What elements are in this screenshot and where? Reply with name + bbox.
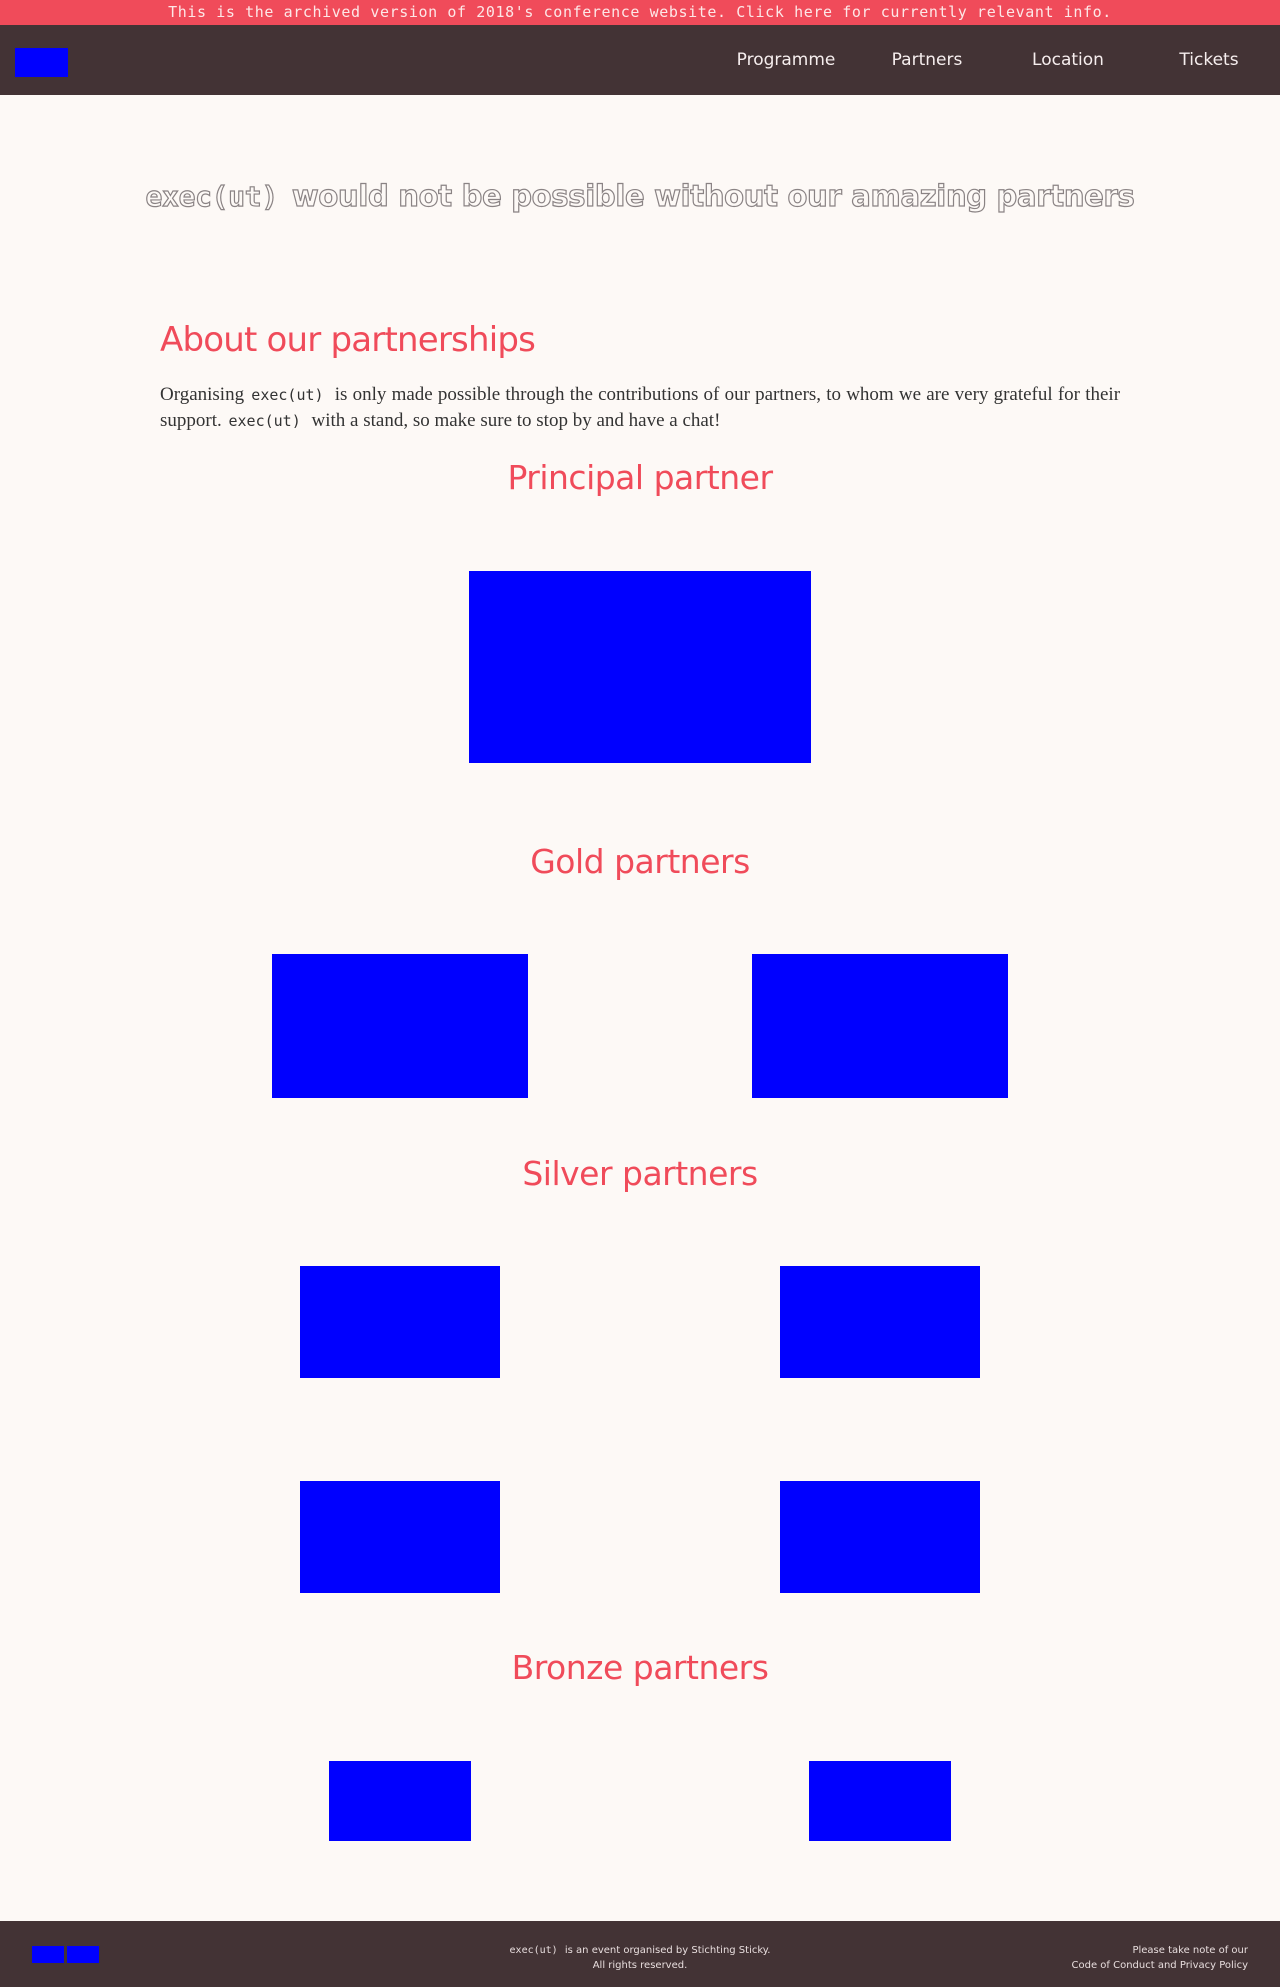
gold-partners-heading: Gold partners	[530, 842, 750, 881]
footer-organiser-link[interactable]: Stichting Sticky	[691, 1945, 767, 1956]
footer-organiser-suffix: .	[767, 1945, 771, 1956]
site-logo[interactable]	[15, 48, 68, 77]
silver-partner-logo[interactable]	[780, 1481, 980, 1593]
code-of-conduct-link[interactable]: Code of Conduct	[1072, 1960, 1155, 1971]
footer-logo[interactable]	[32, 1946, 64, 1963]
archive-banner[interactable]: This is the archived version of 2018's c…	[0, 0, 1280, 25]
gold-partner-logo[interactable]	[272, 954, 528, 1098]
silver-partner-logo[interactable]	[780, 1266, 980, 1378]
hero-title: exec(ut) would not be possible without ou…	[0, 179, 1280, 214]
about-paragraph: Organising exec(ut) is only made possibl…	[160, 382, 1120, 434]
about-text-1: Organising	[160, 384, 245, 405]
footer-rights: All rights reserved.	[592, 1960, 688, 1971]
principal-partner-heading: Principal partner	[507, 458, 773, 497]
footer-note: Please take note of our	[1132, 1945, 1248, 1956]
about-brand-2: exec(ut)	[228, 412, 301, 430]
silver-partner-logo[interactable]	[300, 1481, 500, 1593]
nav-link-partners[interactable]: Partners	[867, 25, 987, 95]
footer: exec(ut) is an event organised by Sticht…	[0, 1921, 1280, 1987]
hero-brand: exec(ut)	[145, 180, 279, 214]
footer-organised-text: is an event organised by	[564, 1945, 689, 1956]
silver-partners-heading: Silver partners	[522, 1154, 758, 1193]
about-heading: About our partnerships	[160, 320, 536, 360]
footer-and: and	[1157, 1960, 1177, 1971]
hero-title-text: would not be possible without our amazin…	[291, 179, 1135, 214]
silver-partner-logo[interactable]	[300, 1266, 500, 1378]
bronze-partner-logo[interactable]	[809, 1761, 951, 1841]
footer-policies: Please take note of our Code of Conduct …	[1072, 1943, 1249, 1973]
footer-organiser-info: exec(ut) is an event organised by Sticht…	[440, 1943, 840, 1973]
gold-partner-logo[interactable]	[752, 954, 1008, 1098]
principal-partner-logo[interactable]	[469, 571, 811, 763]
privacy-policy-link[interactable]: Privacy Policy	[1180, 1960, 1248, 1971]
about-brand: exec(ut)	[251, 386, 324, 404]
nav-link-location[interactable]: Location	[1008, 25, 1128, 95]
bronze-partners-heading: Bronze partners	[511, 1648, 769, 1687]
footer-brand: exec(ut)	[509, 1945, 558, 1956]
top-navbar: Programme Partners Location Tickets	[0, 25, 1280, 95]
bronze-partner-logo[interactable]	[329, 1761, 471, 1841]
footer-logo[interactable]	[67, 1946, 99, 1963]
nav-link-programme[interactable]: Programme	[726, 25, 846, 95]
about-text-3: with a stand, so make sure to stop by an…	[311, 410, 721, 431]
nav-link-tickets[interactable]: Tickets	[1149, 25, 1269, 95]
